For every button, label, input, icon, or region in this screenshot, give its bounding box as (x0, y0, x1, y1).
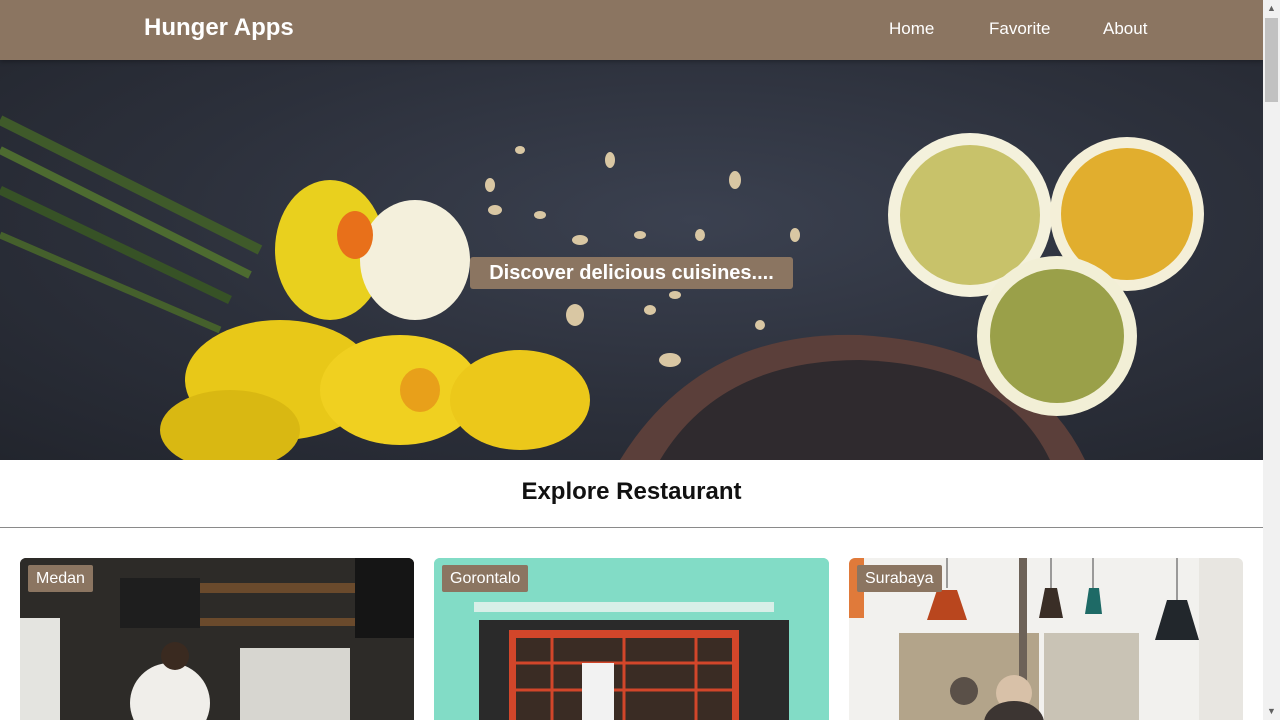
scroll-up-icon[interactable]: ▲ (1263, 0, 1280, 17)
app-bar: Hunger Apps Home Favorite About (0, 0, 1263, 60)
section-divider (0, 527, 1263, 528)
restaurant-card[interactable]: Gorontalo (434, 558, 829, 720)
restaurant-card[interactable]: Medan (20, 558, 414, 720)
scroll-down-icon[interactable]: ▼ (1263, 703, 1280, 720)
nav-favorite-link[interactable]: Favorite (989, 19, 1050, 39)
nav-home-link[interactable]: Home (889, 19, 934, 39)
scroll-thumb[interactable] (1265, 18, 1278, 102)
brand-title[interactable]: Hunger Apps (144, 14, 294, 42)
main-nav: Home Favorite About (783, 19, 1263, 43)
hero-banner: Discover delicious cuisines.... (0, 60, 1263, 460)
page-viewport: Hunger Apps Home Favorite About Discover… (0, 0, 1263, 720)
city-badge: Gorontalo (442, 565, 529, 592)
section-title: Explore Restaurant (521, 478, 742, 505)
restaurant-card[interactable]: Surabaya (849, 558, 1243, 720)
city-badge: Surabaya (857, 565, 942, 592)
vertical-scrollbar[interactable]: ▲ ▼ (1263, 0, 1280, 720)
city-badge: Medan (28, 565, 93, 592)
hero-tagline: Discover delicious cuisines.... (470, 257, 793, 289)
nav-about-link[interactable]: About (1103, 19, 1147, 39)
